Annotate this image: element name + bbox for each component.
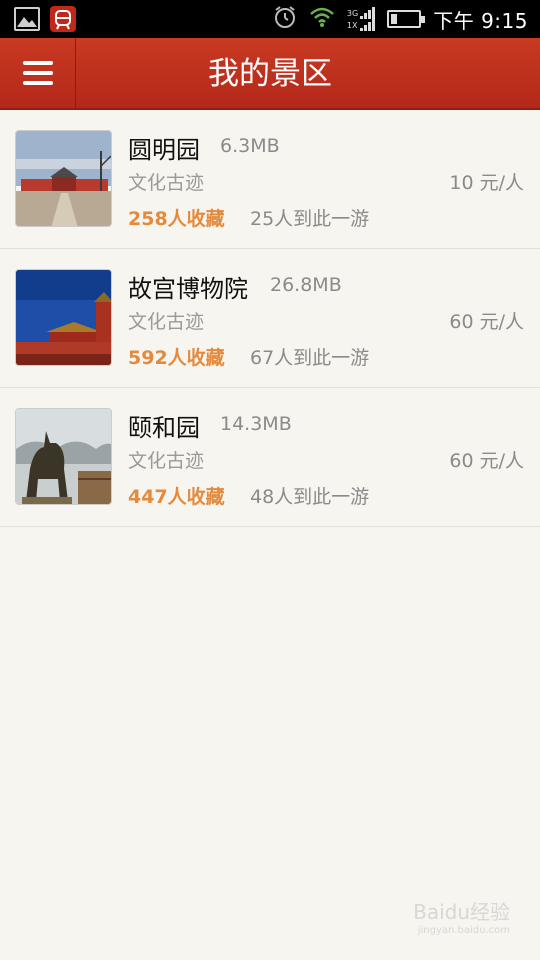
watermark-url: jingyan.baidu.com — [417, 925, 510, 936]
yuanmingyuan-thumbnail — [15, 130, 112, 227]
category-label: 文化古迹 — [128, 311, 205, 333]
watermark: Baidu经验 jingyan.baidu.com — [413, 896, 510, 936]
package-size: 26.8MB — [270, 274, 342, 296]
package-size: 14.3MB — [220, 413, 292, 435]
forbidden-city-thumbnail — [15, 269, 112, 366]
clock: 下午 9:15 — [433, 8, 528, 33]
place-name: 故宫博物院 — [128, 275, 248, 303]
app-notification-icon — [50, 6, 76, 32]
visits-count: 67人到此一游 — [250, 347, 370, 369]
app-header: 我的景区 — [0, 38, 540, 110]
ticket-price: 60 元/人 — [449, 450, 524, 472]
wifi-icon — [309, 6, 335, 32]
favorites-count: 447人收藏 — [128, 486, 225, 508]
place-name: 圆明园 — [128, 136, 200, 164]
gallery-notification-icon — [14, 7, 40, 31]
signal-icon: 3G 1X — [346, 7, 376, 31]
visits-count: 25人到此一游 — [250, 208, 370, 230]
battery-icon — [387, 10, 426, 28]
category-label: 文化古迹 — [128, 172, 205, 194]
category-label: 文化古迹 — [128, 450, 205, 472]
ticket-price: 10 元/人 — [449, 172, 524, 194]
package-size: 6.3MB — [220, 135, 280, 157]
list-item[interactable]: 颐和园 14.3MB 文化古迹 60 元/人 447人收藏 48人到此一游 — [0, 388, 540, 527]
network-type-top: 3G — [346, 9, 359, 18]
status-bar: 3G 1X 下午 9:15 — [0, 0, 540, 38]
scenic-spot-list: 圆明园 6.3MB 文化古迹 10 元/人 258人收藏 25人到此一游 故宫博… — [0, 110, 540, 527]
favorites-count: 258人收藏 — [128, 208, 225, 230]
watermark-text: Baidu经验 — [413, 900, 510, 924]
summer-palace-thumbnail — [15, 408, 112, 505]
page-title: 我的景区 — [208, 56, 332, 92]
list-item[interactable]: 圆明园 6.3MB 文化古迹 10 元/人 258人收藏 25人到此一游 — [0, 110, 540, 249]
hamburger-menu-icon — [22, 58, 53, 88]
list-item[interactable]: 故宫博物院 26.8MB 文化古迹 60 元/人 592人收藏 67人到此一游 — [0, 249, 540, 388]
place-name: 颐和园 — [128, 414, 200, 442]
menu-button[interactable] — [0, 38, 76, 108]
favorites-count: 592人收藏 — [128, 347, 225, 369]
visits-count: 48人到此一游 — [250, 486, 370, 508]
network-type-bottom: 1X — [346, 21, 358, 30]
ticket-price: 60 元/人 — [449, 311, 524, 333]
alarm-icon — [273, 5, 297, 33]
